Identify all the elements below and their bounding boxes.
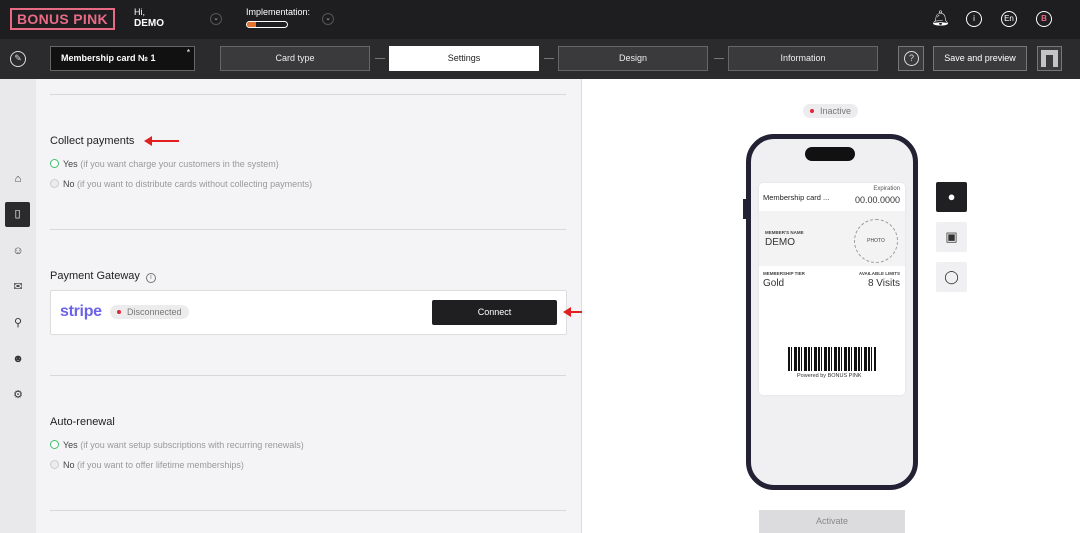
member-name-label: MEMBER'S NAME xyxy=(765,230,804,235)
available-limits-value: 8 Visits xyxy=(867,278,900,289)
radio-hint: (if you want setup subscriptions with re… xyxy=(80,440,304,450)
available-limits-label: AVAILABLE LIMITS xyxy=(858,271,900,276)
radio-hint: (if you want to offer lifetime membershi… xyxy=(77,460,244,470)
user-menu-chevron-icon[interactable]: ⌄ xyxy=(210,13,222,25)
barcode xyxy=(788,347,876,371)
payment-gateway-title: Payment Gateway i xyxy=(50,270,156,283)
member-photo-placeholder: PHOTO xyxy=(854,219,898,263)
radio-hint: (if you want charge your customers in th… xyxy=(80,159,279,169)
location-pin-icon[interactable]: ⚲ xyxy=(9,314,27,332)
powered-by-text: Powered by BONUS PINK xyxy=(797,373,862,379)
user-name: DEMO xyxy=(134,18,164,29)
radio-label: Yes xyxy=(63,159,78,169)
radio-unselected-icon xyxy=(50,460,59,469)
question-icon: ? xyxy=(904,51,919,66)
top-bar: BONUS PINK Hi, DEMO ⌄ Implementation: ⌄ … xyxy=(0,0,1080,39)
card-name-field[interactable]: Membership card № 1 * xyxy=(50,46,195,71)
step-divider xyxy=(375,58,385,59)
qr-code-icon xyxy=(1041,50,1058,67)
membership-tier-label: MEMBERSHIP TIER xyxy=(763,271,805,276)
bell-icon[interactable]: 🔔︎ xyxy=(931,11,950,27)
card-name-text: Membership card № 1 xyxy=(61,53,156,63)
chat-bubble-icon: ◯ xyxy=(944,269,959,284)
status-dot-icon xyxy=(117,310,121,314)
implementation-chevron-icon[interactable]: ⌄ xyxy=(322,13,334,25)
sidebar: ⌂ ▯ ☺ ✉ ⚲ ☻ ⚙ xyxy=(0,79,36,533)
tab-card-type[interactable]: Card type xyxy=(220,46,370,71)
edit-pencil-icon[interactable]: ✎ xyxy=(10,51,26,67)
divider xyxy=(50,375,566,376)
messages-icon[interactable]: ✉ xyxy=(9,278,27,296)
membership-card-preview: Membership card ... Expiration 00.00.000… xyxy=(759,183,905,395)
card-status-badge: Inactive xyxy=(803,104,859,118)
cards-icon[interactable]: ▯ xyxy=(5,202,30,227)
home-icon[interactable]: ⌂ xyxy=(9,170,27,188)
payment-gateway-card: stripe Disconnected Connect xyxy=(50,290,567,335)
step-divider xyxy=(544,58,554,59)
payment-gateway-label: Payment Gateway xyxy=(50,270,140,282)
auto-renewal-no-radio[interactable]: No (if you want to offer lifetime member… xyxy=(50,460,244,470)
avatar[interactable]: B xyxy=(1036,11,1052,27)
user-icon[interactable]: ☻ xyxy=(9,350,27,368)
phone-mockup: Membership card ... Expiration 00.00.000… xyxy=(743,134,918,490)
gear-icon[interactable]: ⚙ xyxy=(9,386,27,404)
connect-button[interactable]: Connect xyxy=(432,300,557,325)
membership-tier-value: Gold xyxy=(763,278,785,289)
implementation-label: Implementation: xyxy=(246,7,311,17)
status-text: Disconnected xyxy=(127,307,182,317)
auto-renewal-yes-radio[interactable]: Yes (if you want setup subscriptions wit… xyxy=(50,440,304,450)
gateway-status-badge: Disconnected xyxy=(110,305,189,319)
activate-button[interactable]: Activate xyxy=(759,510,905,533)
qr-code-button[interactable] xyxy=(1037,46,1062,71)
android-platform-button[interactable]: ▣ xyxy=(936,222,967,252)
phone-notch xyxy=(805,147,855,161)
card-title: Membership card ... xyxy=(763,193,830,202)
android-icon: ▣ xyxy=(945,229,958,244)
status-text: Inactive xyxy=(820,106,852,116)
divider xyxy=(50,510,566,511)
greeting-text: Hi, xyxy=(134,7,145,17)
radio-label: No xyxy=(63,179,75,189)
step-divider xyxy=(714,58,724,59)
annotation-arrow-icon xyxy=(144,136,179,146)
card-preview-panel: Inactive Membership card ... Expiration … xyxy=(582,79,1080,533)
customers-icon[interactable]: ☺ xyxy=(9,242,27,260)
radio-selected-icon xyxy=(50,159,59,168)
user-greeting: Hi, DEMO xyxy=(134,7,164,29)
implementation-progress-bar xyxy=(246,21,288,28)
radio-selected-icon xyxy=(50,440,59,449)
collect-payments-no-radio[interactable]: No (if you want to distribute cards with… xyxy=(50,179,312,189)
expiration-value: 00.00.0000 xyxy=(854,195,900,205)
brand-logo[interactable]: BONUS PINK xyxy=(10,8,115,30)
radio-unselected-icon xyxy=(50,179,59,188)
language-switch[interactable]: En xyxy=(1001,11,1017,27)
radio-hint: (if you want to distribute cards without… xyxy=(77,179,313,189)
stripe-logo: stripe xyxy=(60,303,102,320)
apple-platform-button[interactable]: ● xyxy=(936,182,967,212)
tab-design[interactable]: Design xyxy=(558,46,708,71)
info-icon[interactable]: i xyxy=(145,273,156,283)
tab-information[interactable]: Information xyxy=(728,46,878,71)
auto-renewal-title: Auto-renewal xyxy=(50,416,115,428)
help-button[interactable]: ? xyxy=(898,46,924,71)
collect-payments-title: Collect payments xyxy=(50,135,135,147)
save-and-preview-button[interactable]: Save and preview xyxy=(933,46,1027,71)
apple-icon: ● xyxy=(947,189,956,204)
expiration-label: Expiration xyxy=(873,186,900,192)
divider xyxy=(50,229,566,230)
chat-platform-button[interactable]: ◯ xyxy=(936,262,967,292)
required-asterisk-icon: * xyxy=(186,48,190,57)
radio-label: Yes xyxy=(63,440,78,450)
settings-panel: Collect payments Yes (if you want charge… xyxy=(36,79,582,533)
implementation-progress-fill xyxy=(247,22,256,27)
status-dot-icon xyxy=(810,109,814,113)
radio-label: No xyxy=(63,460,75,470)
divider xyxy=(50,94,566,95)
info-icon[interactable]: i xyxy=(966,11,982,27)
tab-settings[interactable]: Settings xyxy=(389,46,539,71)
member-name-value: DEMO xyxy=(765,237,795,248)
collect-payments-yes-radio[interactable]: Yes (if you want charge your customers i… xyxy=(50,159,279,169)
